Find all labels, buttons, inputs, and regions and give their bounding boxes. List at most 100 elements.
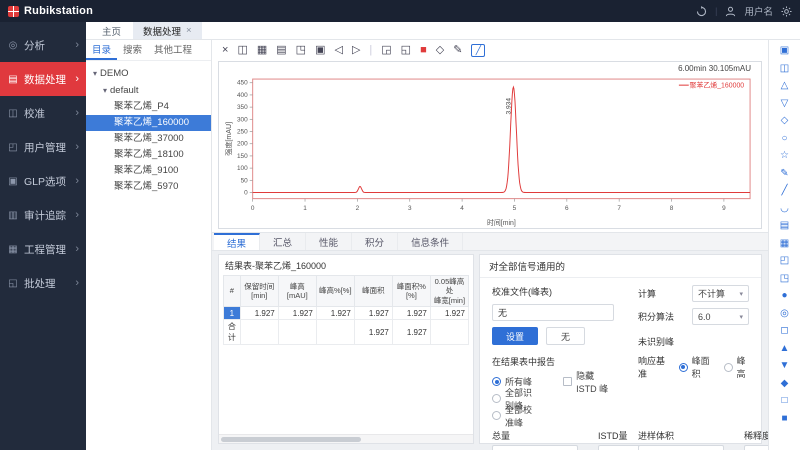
table-row[interactable]: 合计1.9271.927 (224, 320, 469, 345)
save-icon[interactable]: ◫ (237, 43, 247, 57)
tree-root-node[interactable]: ▾ DEMO (86, 65, 211, 82)
close-icon[interactable]: × (222, 43, 228, 57)
up-icon[interactable]: ▲ (777, 341, 793, 356)
tab-信息条件[interactable]: 信息条件 (398, 233, 463, 250)
baseline-icon[interactable]: ◡ (777, 201, 793, 216)
export-icon[interactable]: ◳ (296, 43, 306, 57)
fill-icon[interactable]: ■ (777, 411, 793, 426)
point-icon[interactable]: ● (777, 288, 793, 303)
split-view-icon[interactable]: ◫ (777, 61, 793, 76)
tree-item[interactable]: 聚苯乙烯_9100 (86, 163, 211, 179)
annotate-icon[interactable]: ✎ (777, 166, 793, 181)
curve-icon[interactable]: ╱ (471, 44, 485, 57)
box-icon[interactable]: ◻ (777, 323, 793, 338)
radio-option[interactable]: 全部校准峰 (492, 408, 537, 423)
user-icon[interactable] (725, 6, 736, 17)
tree-item[interactable]: 聚苯乙烯_5970 (86, 179, 211, 195)
diamond-icon[interactable]: ◆ (777, 376, 793, 391)
tab-other-projects[interactable]: 其他工程 (148, 40, 198, 60)
circle-marker-icon[interactable]: ○ (777, 131, 793, 146)
calibration-file-input[interactable]: 无 (492, 304, 614, 321)
sidebar-item-label: 分析 (24, 38, 45, 53)
tab-性能[interactable]: 性能 (306, 233, 352, 250)
results-table-viewport[interactable]: #保留时间 [min]峰高 [mAU]峰高%[%]峰面积峰面积%[%]0.05峰… (219, 275, 473, 434)
eraser-icon[interactable]: ◇ (436, 43, 444, 57)
tab-汇总[interactable]: 汇总 (260, 233, 306, 250)
user-name[interactable]: 用户名 (744, 4, 773, 18)
tree-folder-node[interactable]: ▾ default (86, 82, 211, 99)
tree-item[interactable]: 聚苯乙烯_37000 (86, 131, 211, 147)
tree-item[interactable]: 聚苯乙烯_18100 (86, 147, 211, 163)
slope-icon[interactable]: ╱ (777, 183, 793, 198)
prev-icon[interactable]: ◁ (334, 43, 342, 57)
radio-icon[interactable] (492, 394, 501, 403)
field-input[interactable]: 0 (492, 445, 578, 450)
checkbox-option[interactable]: 隐藏 ISTD 峰 (563, 374, 614, 389)
tab-数据处理[interactable]: 数据处理× (133, 22, 202, 39)
sidebar-item-calibration[interactable]: ◫校准› (0, 96, 86, 130)
grid-icon[interactable]: ▦ (257, 43, 267, 57)
radio-option[interactable]: 峰高 (724, 360, 750, 375)
radio-icon[interactable] (724, 363, 733, 372)
sidebar-item-data-processing[interactable]: ▤数据处理› (0, 62, 86, 96)
print-icon[interactable]: ▣ (315, 43, 325, 57)
rect-icon[interactable]: □ (777, 393, 793, 408)
close-tab-icon[interactable]: × (186, 25, 192, 36)
sidebar-item-audit-trail[interactable]: ▥审计追踪› (0, 198, 86, 232)
record-icon[interactable]: ■ (420, 43, 427, 57)
sidebar-item-analysis[interactable]: ◎分析› (0, 28, 86, 62)
tab-search[interactable]: 搜索 (117, 40, 148, 60)
play-icon[interactable]: ▷ (352, 43, 360, 57)
cell: 1.927 (316, 307, 354, 320)
integration-select[interactable]: 6.0 ▾ (692, 308, 749, 325)
tree-item[interactable]: 聚苯乙烯_160000 (86, 115, 211, 131)
tab-主页[interactable]: 主页 (92, 22, 131, 39)
import-icon[interactable]: ◱ (401, 43, 411, 57)
checkbox-icon[interactable] (563, 377, 572, 386)
share-icon[interactable]: ◲ (381, 43, 391, 57)
grid-icon[interactable]: ▦ (777, 236, 793, 251)
tab-结果[interactable]: 结果 (214, 233, 260, 250)
option-label: 隐藏 ISTD 峰 (576, 369, 614, 395)
radio-icon[interactable] (492, 411, 501, 420)
chevron-right-icon: › (75, 39, 79, 51)
sidebar-item-user-management[interactable]: ◰用户管理› (0, 130, 86, 164)
none-button[interactable]: 无 (546, 327, 585, 345)
caret-down-icon[interactable]: ▾ (93, 69, 97, 78)
scrollbar-thumb[interactable] (221, 437, 361, 442)
sidebar-item-label: 批处理 (24, 276, 56, 291)
down-icon[interactable]: ▼ (777, 358, 793, 373)
chevron-right-icon: › (75, 73, 79, 85)
table-row[interactable]: 11.9271.9271.9271.9271.9271.927 (224, 307, 469, 320)
star-marker-icon[interactable]: ☆ (777, 148, 793, 163)
rows-icon[interactable]: ▤ (777, 218, 793, 233)
tab-directory[interactable]: 目录 (86, 40, 117, 60)
caret-down-icon[interactable]: ▾ (103, 86, 107, 95)
radio-option[interactable]: 峰面积 (679, 360, 712, 375)
overlay-icon[interactable]: ▣ (777, 43, 793, 58)
field-input[interactable]: 0 (638, 445, 724, 450)
sidebar-item-batch-processing[interactable]: ◱批处理› (0, 266, 86, 300)
radio-icon[interactable] (492, 377, 501, 386)
peak-add-icon[interactable]: △ (777, 78, 793, 93)
calc-label: 计算 (638, 287, 684, 300)
tree-item[interactable]: 聚苯乙烯_P4 (86, 99, 211, 115)
zoom-region-icon[interactable]: ◰ (777, 253, 793, 268)
annotate-icon[interactable]: ✎ (453, 43, 462, 57)
peak-remove-icon[interactable]: ▽ (777, 96, 793, 111)
calc-select[interactable]: 不计算 ▾ (692, 285, 749, 302)
set-button[interactable]: 设置 (492, 327, 538, 345)
settings-gear-icon[interactable] (781, 6, 792, 17)
refresh-icon[interactable] (696, 6, 707, 17)
radio-icon[interactable] (679, 363, 688, 372)
tab-积分[interactable]: 积分 (352, 233, 398, 250)
pan-icon[interactable]: ◳ (777, 271, 793, 286)
sidebar-item-project-management[interactable]: ▦工程管理› (0, 232, 86, 266)
target-icon[interactable]: ◎ (777, 306, 793, 321)
horizontal-scrollbar[interactable] (219, 434, 473, 443)
sidebar-item-glp-options[interactable]: ▣GLP选项› (0, 164, 86, 198)
sidebar-item-label: 审计追踪 (24, 208, 66, 223)
table-icon[interactable]: ▤ (276, 43, 286, 57)
marker-icon[interactable]: ◇ (777, 113, 793, 128)
chromatogram-chart[interactable]: 05010015020025030035040045001234567893.9… (223, 74, 757, 228)
